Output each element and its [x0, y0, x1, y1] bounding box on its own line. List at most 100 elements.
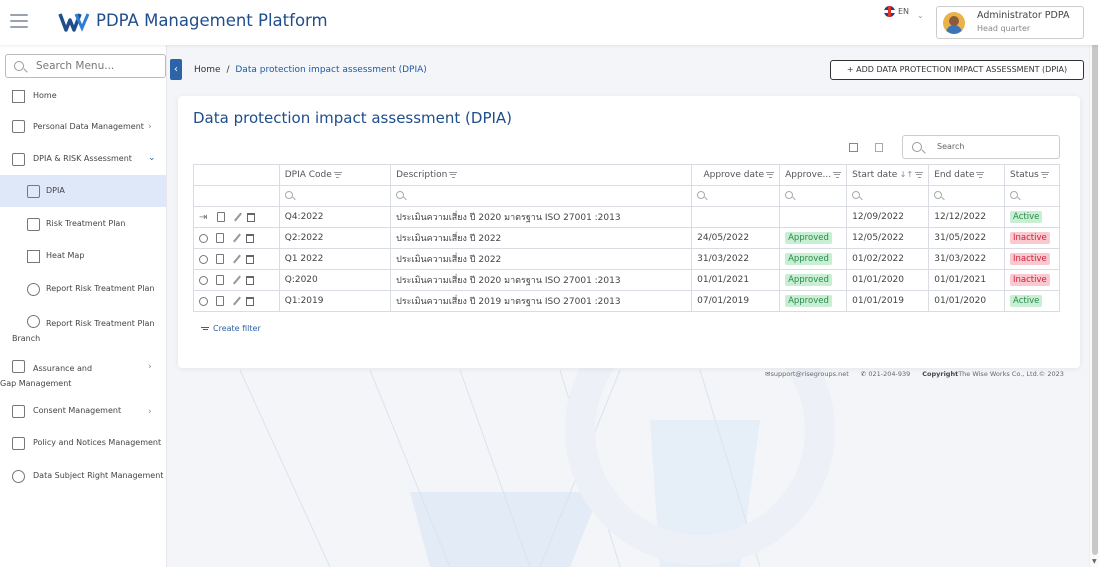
search-menu-placeholder: Search Menu... — [36, 60, 115, 72]
view-icon[interactable] — [199, 296, 208, 306]
edit-icon[interactable] — [233, 254, 241, 264]
top-header: PDPA Management Platform EN ⌄ Administra… — [0, 0, 1099, 45]
search-menu-input[interactable]: Search Menu... — [5, 54, 166, 78]
language-selector[interactable]: EN — [884, 6, 909, 17]
sidebar-item-label: DPIA & RISK Assessment — [33, 154, 132, 163]
approve-date-cell: 07/01/2019 — [691, 290, 781, 312]
page-title: Data protection impact assessment (DPIA) — [193, 109, 513, 127]
sort-icon[interactable]: ↓↑ — [897, 170, 913, 179]
status-badge: Inactive — [1010, 253, 1050, 265]
sidebar-item-policy[interactable]: Policy and Notices Management — [0, 434, 166, 454]
filter-cell[interactable] — [928, 185, 1006, 207]
edit-icon[interactable] — [233, 275, 241, 285]
sidebar-item-risk-treatment[interactable]: Risk Treatment Plan — [0, 215, 166, 235]
filter-icon[interactable] — [833, 170, 842, 179]
filter-cell[interactable] — [390, 185, 693, 207]
filter-cell[interactable] — [1004, 185, 1060, 207]
add-dpia-button[interactable]: + ADD DATA PROTECTION IMPACT ASSESSMENT … — [830, 60, 1084, 80]
page-scrollbar[interactable]: ▲ ▼ — [1089, 0, 1099, 567]
view-icon[interactable] — [199, 233, 208, 243]
filter-icon[interactable] — [449, 170, 458, 179]
column-header[interactable]: Start date ↓↑ — [846, 164, 930, 186]
enter-icon[interactable]: ⇥ — [199, 212, 209, 223]
column-header[interactable]: Approve date — [691, 164, 781, 186]
column-header-label: DPIA Code — [284, 170, 332, 180]
delete-icon[interactable] — [246, 254, 254, 264]
filter-icon[interactable] — [915, 170, 924, 179]
delete-icon[interactable] — [246, 275, 254, 285]
start-date-cell: 01/01/2020 — [846, 269, 930, 291]
delete-icon[interactable] — [247, 212, 255, 222]
sidebar-item-assurance[interactable]: Assurance and Gap Management › — [0, 357, 166, 389]
sidebar-item-personal-data[interactable]: Personal Data Management › — [0, 117, 166, 137]
column-header[interactable]: DPIA Code — [278, 164, 392, 186]
sidebar-item-report-risk-branch[interactable]: Report Risk Treatment Plan Branch — [0, 312, 166, 344]
filter-icon[interactable] — [766, 170, 775, 179]
edit-icon[interactable] — [233, 233, 241, 243]
search-input[interactable]: Search — [902, 135, 1060, 159]
sidebar-item-home[interactable]: Home — [0, 87, 166, 107]
sidebar-item-dsr[interactable]: Data Subject Right Management — [0, 467, 166, 487]
footer-copyright: CopyrightThe Wise Works Co., Ltd.© 2023 — [922, 370, 1064, 378]
column-header[interactable]: Approve... — [779, 164, 848, 186]
actions-header — [193, 164, 280, 186]
export-excel-icon[interactable] — [849, 143, 858, 152]
table-row[interactable]: Q1 2022 ประเมินความเสี่ยง ปี 2022 31/03/20… — [193, 248, 1060, 270]
scroll-thumb[interactable] — [1092, 10, 1098, 555]
breadcrumb-home[interactable]: Home — [194, 65, 221, 75]
footer-email[interactable]: ✉support@risegroups.net — [765, 370, 849, 378]
end-date-cell: 01/01/2020 — [928, 290, 1006, 312]
table-row[interactable]: ⇥ Q4:2022 ประเมินความเสี่ยง ปี 2020 มาตรฐา… — [193, 206, 1060, 228]
sidebar-item-consent[interactable]: Consent Management › — [0, 402, 166, 422]
sidebar-item-heat-map[interactable]: Heat Map — [0, 247, 166, 267]
sidebar-item-label: Policy and Notices Management — [33, 438, 162, 447]
create-filter-link[interactable]: Create filter — [201, 324, 261, 333]
hamburger-menu-icon[interactable] — [10, 14, 28, 28]
document-icon[interactable] — [216, 296, 224, 306]
column-header[interactable]: End date — [928, 164, 1006, 186]
document-icon[interactable] — [216, 233, 224, 243]
column-header[interactable]: Description — [390, 164, 693, 186]
sidebar-item-dpia[interactable]: DPIA — [0, 175, 166, 207]
sidebar-item-label: Report Risk Treatment Plan — [46, 284, 155, 293]
search-icon — [934, 190, 943, 199]
filter-cell[interactable] — [846, 185, 930, 207]
approve-status-cell — [779, 206, 848, 228]
filter-cell[interactable] — [779, 185, 848, 207]
document-icon[interactable] — [216, 254, 224, 264]
collapse-sidebar-button[interactable]: ‹ — [170, 59, 182, 80]
delete-icon[interactable] — [246, 296, 254, 306]
row-actions — [193, 290, 280, 312]
breadcrumb-current: Data protection impact assessment (DPIA) — [235, 65, 427, 75]
scroll-down-icon[interactable]: ▼ — [1092, 558, 1097, 565]
column-chooser-icon[interactable] — [875, 143, 883, 152]
table-row[interactable]: Q:2020 ประเมินความเสี่ยง ปี 2020 มาตรฐาน … — [193, 269, 1060, 291]
person-data-icon — [12, 120, 25, 133]
document-icon[interactable] — [217, 212, 225, 222]
delete-icon[interactable] — [246, 233, 254, 243]
table-row[interactable]: Q2:2022 ประเมินความเสี่ยง ปี 2022 24/05/20… — [193, 227, 1060, 249]
dpia-code-cell: Q4:2022 — [278, 206, 392, 228]
start-date-cell: 01/01/2019 — [846, 290, 930, 312]
view-icon[interactable] — [199, 275, 208, 285]
table-row[interactable]: Q1:2019 ประเมินความเสี่ยง ปี 2019 มาตรฐาน… — [193, 290, 1060, 312]
user-profile-button[interactable]: Administrator PDPA Head quarter — [936, 6, 1084, 39]
view-icon[interactable] — [199, 254, 208, 264]
description-cell: ประเมินความเสี่ยง ปี 2022 — [390, 227, 693, 249]
filter-cell[interactable] — [691, 185, 781, 207]
filter-icon[interactable] — [976, 170, 985, 179]
document-icon[interactable] — [216, 275, 224, 285]
chevron-down-icon[interactable]: ⌄ — [917, 11, 924, 20]
status-cell: Active — [1004, 206, 1060, 228]
app-logo-icon — [58, 13, 90, 32]
column-header-label: End date — [934, 170, 975, 180]
filter-icon[interactable] — [333, 170, 342, 179]
dpia-code-cell: Q1:2019 — [278, 290, 392, 312]
column-header[interactable]: Status — [1004, 164, 1060, 186]
edit-icon[interactable] — [234, 212, 242, 222]
edit-icon[interactable] — [233, 296, 241, 306]
sidebar-item-report-risk[interactable]: Report Risk Treatment Plan — [0, 280, 166, 300]
filter-icon[interactable] — [1040, 170, 1049, 179]
filter-cell[interactable] — [278, 185, 392, 207]
sidebar-item-dpia-risk[interactable]: DPIA & RISK Assessment ⌄ — [0, 150, 166, 170]
